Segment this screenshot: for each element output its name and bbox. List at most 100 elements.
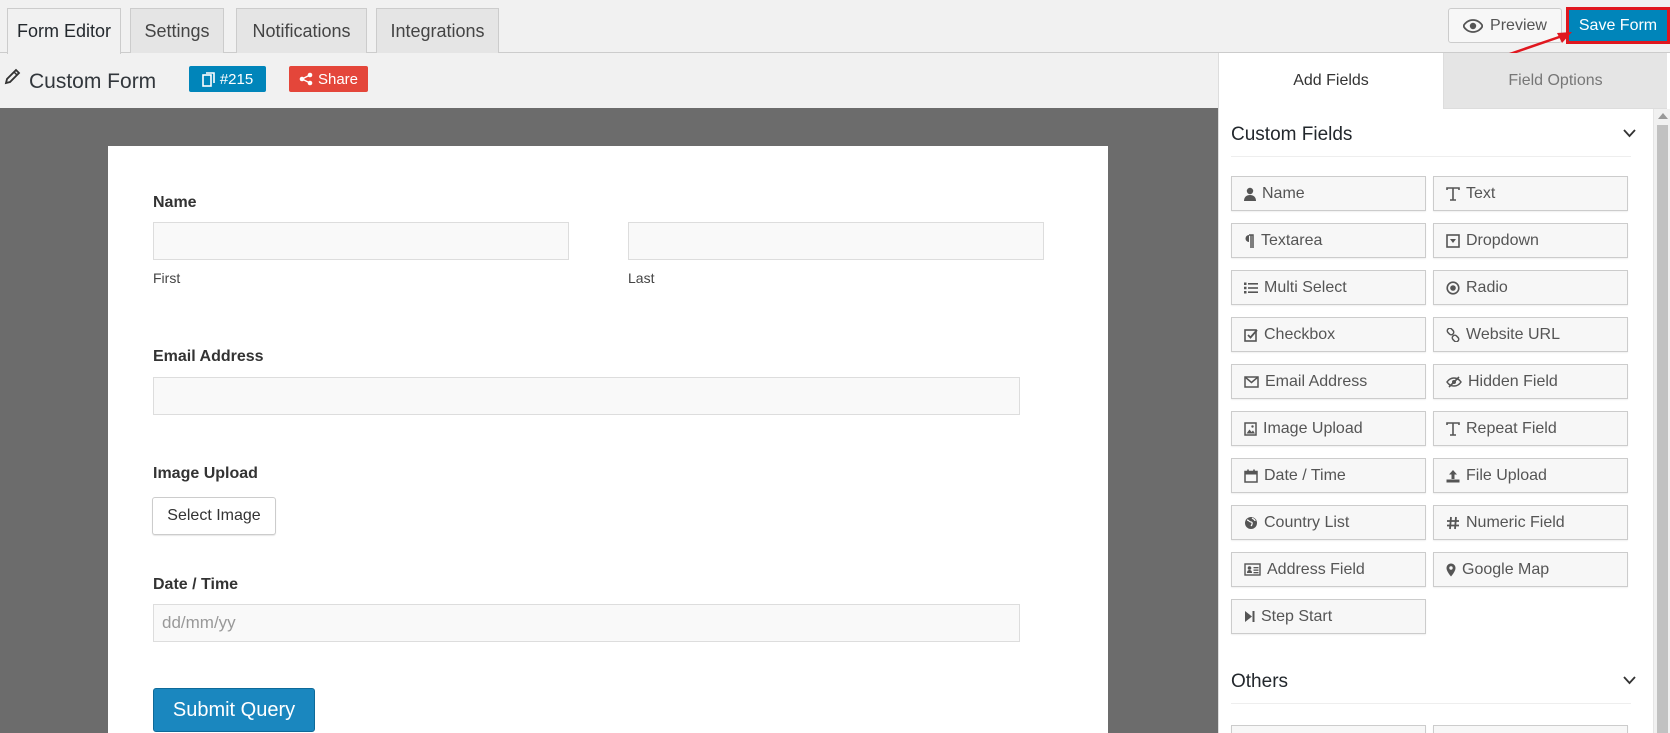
tab-integrations[interactable]: Integrations — [376, 8, 499, 53]
save-form-button[interactable]: Save Form — [1566, 7, 1670, 44]
add-text-field-button[interactable]: Text — [1433, 176, 1628, 211]
add-multi-select-field-button[interactable]: Multi Select — [1231, 270, 1426, 305]
tab-notifications[interactable]: Notifications — [236, 8, 367, 53]
add-address-field-button[interactable]: Address Field — [1231, 552, 1426, 587]
add-textarea-field-button[interactable]: Textarea — [1231, 223, 1426, 258]
email-input[interactable] — [153, 377, 1020, 415]
envelope-icon — [1244, 375, 1259, 388]
scroll-thumb[interactable] — [1657, 125, 1668, 733]
form-header: Custom Form #215 Share — [0, 54, 1218, 108]
field-label: Address Field — [1267, 560, 1365, 578]
field-label: Step Start — [1261, 607, 1333, 625]
select-image-button[interactable]: Select Image — [152, 497, 276, 535]
pencil-icon[interactable] — [4, 68, 21, 85]
others-field-button[interactable] — [1433, 725, 1628, 733]
upload-icon — [1446, 469, 1460, 482]
list-icon — [1244, 282, 1258, 293]
field-label: Hidden Field — [1468, 372, 1558, 390]
form-title[interactable]: Custom Form — [29, 70, 156, 94]
field-label: Website URL — [1466, 325, 1560, 343]
add-country-list-field-button[interactable]: Country List — [1231, 505, 1426, 540]
calendar-icon — [1244, 469, 1258, 483]
link-icon — [1446, 327, 1460, 342]
save-form-label: Save Form — [1578, 16, 1658, 34]
tab-add-fields[interactable]: Add Fields — [1219, 53, 1443, 109]
name-label: Name — [153, 194, 197, 211]
editor-tab-bar: Form Editor Settings Notifications Integ… — [0, 0, 1670, 54]
tab-field-options[interactable]: Field Options — [1443, 53, 1667, 109]
text-icon — [1446, 421, 1460, 436]
tab-form-editor[interactable]: Form Editor — [7, 8, 121, 54]
user-icon — [1244, 187, 1256, 201]
field-label: Checkbox — [1264, 325, 1336, 343]
field-label: Date / Time — [1264, 466, 1346, 484]
field-label: Numeric Field — [1466, 513, 1565, 531]
field-label: Image Upload — [1263, 419, 1363, 437]
dropdown-icon — [1446, 233, 1460, 248]
address-card-icon — [1244, 563, 1261, 576]
fields-sidebar: Add Fields Field Options Custom Fields N… — [1218, 53, 1670, 733]
custom-fields-title[interactable]: Custom Fields — [1231, 124, 1352, 146]
date-time-input[interactable]: dd/mm/yy — [153, 604, 1020, 642]
image-icon — [1244, 421, 1257, 436]
add-date-time-field-button[interactable]: Date / Time — [1231, 458, 1426, 493]
add-step-start-field-button[interactable]: Step Start — [1231, 599, 1426, 634]
sidebar-scrollbar[interactable] — [1653, 109, 1670, 733]
field-label: File Upload — [1466, 466, 1547, 484]
field-label: Dropdown — [1466, 231, 1539, 249]
add-repeat-field-button[interactable]: Repeat Field — [1433, 411, 1628, 446]
text-icon — [1446, 186, 1460, 201]
field-label: Name — [1262, 184, 1305, 202]
add-radio-field-button[interactable]: Radio — [1433, 270, 1628, 305]
form-id-badge[interactable]: #215 — [189, 66, 266, 92]
field-label: Repeat Field — [1466, 419, 1557, 437]
hash-icon — [1447, 516, 1459, 529]
field-label: Country List — [1264, 513, 1350, 531]
add-website-url-field-button[interactable]: Website URL — [1433, 317, 1628, 352]
chevron-down-icon[interactable] — [1623, 129, 1636, 138]
radio-icon — [1446, 280, 1460, 295]
field-label: Multi Select — [1264, 278, 1347, 296]
last-sublabel: Last — [628, 270, 655, 286]
share-label: Share — [317, 70, 359, 88]
globe-icon — [1245, 516, 1257, 529]
image-upload-label: Image Upload — [153, 465, 258, 482]
add-file-upload-field-button[interactable]: File Upload — [1433, 458, 1628, 493]
map-marker-icon — [1446, 563, 1456, 576]
share-button[interactable]: Share — [289, 66, 368, 92]
section-divider — [1231, 156, 1631, 157]
form-id-label: #215 — [219, 70, 254, 88]
field-label: Radio — [1466, 278, 1508, 296]
field-label: Email Address — [1265, 372, 1368, 390]
add-dropdown-field-button[interactable]: Dropdown — [1433, 223, 1628, 258]
section-divider — [1231, 703, 1631, 704]
form-canvas: Name First Last Email Address Image Uplo… — [0, 108, 1218, 733]
last-name-input[interactable] — [628, 222, 1044, 260]
date-time-label: Date / Time — [153, 576, 239, 593]
add-image-upload-field-button[interactable]: Image Upload — [1231, 411, 1426, 446]
form-preview: Name First Last Email Address Image Uplo… — [108, 146, 1108, 733]
tab-settings[interactable]: Settings — [130, 8, 224, 53]
first-sublabel: First — [153, 270, 181, 286]
others-field-button[interactable] — [1231, 725, 1426, 733]
add-hidden-field-button[interactable]: Hidden Field — [1433, 364, 1628, 399]
share-icon — [299, 72, 313, 86]
field-label: Text — [1466, 184, 1496, 202]
submit-button[interactable]: Submit Query — [153, 688, 315, 732]
paragraph-icon — [1245, 233, 1254, 248]
add-email-field-button[interactable]: Email Address — [1231, 364, 1426, 399]
add-numeric-field-button[interactable]: Numeric Field — [1433, 505, 1628, 540]
add-checkbox-field-button[interactable]: Checkbox — [1231, 317, 1426, 352]
field-label: Google Map — [1462, 560, 1550, 578]
scroll-up-arrow-icon[interactable] — [1658, 113, 1668, 119]
step-icon — [1245, 611, 1255, 622]
email-label: Email Address — [153, 348, 264, 365]
field-label: Textarea — [1261, 231, 1323, 249]
add-google-map-field-button[interactable]: Google Map — [1433, 552, 1628, 587]
chevron-down-icon[interactable] — [1623, 676, 1636, 685]
others-title[interactable]: Others — [1231, 671, 1288, 693]
eye-slash-icon — [1446, 375, 1462, 388]
add-name-field-button[interactable]: Name — [1231, 176, 1426, 211]
first-name-input[interactable] — [153, 222, 569, 260]
copy-icon — [202, 71, 215, 87]
